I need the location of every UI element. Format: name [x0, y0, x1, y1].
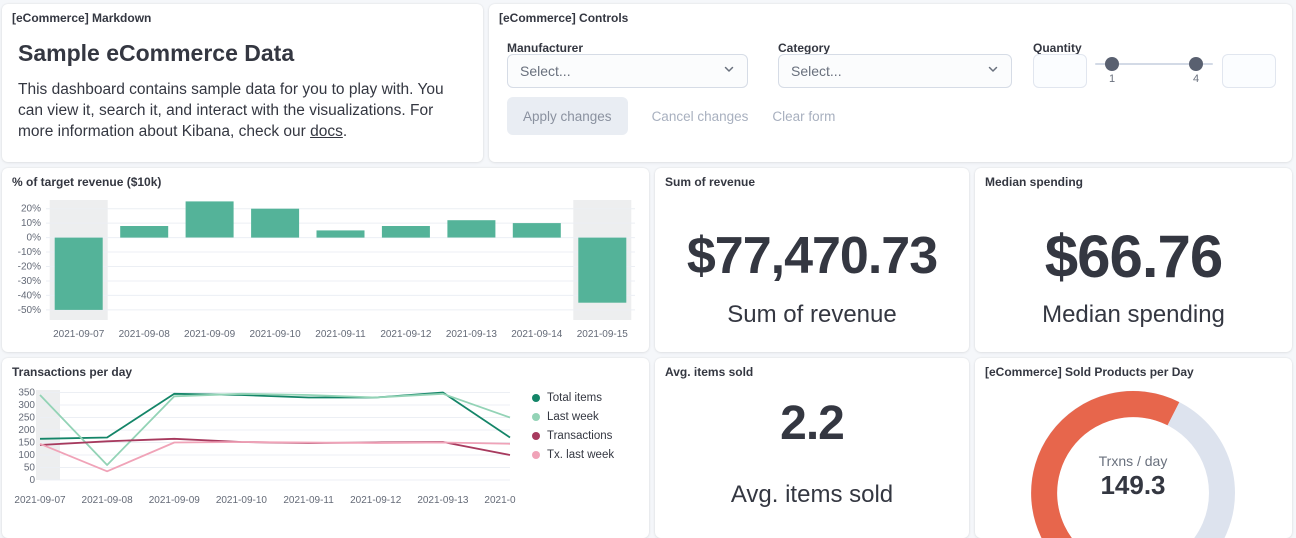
svg-text:2021-09-10: 2021-09-10: [250, 329, 302, 340]
quantity-min-input[interactable]: [1033, 54, 1087, 88]
svg-text:2021-09-09: 2021-09-09: [184, 329, 236, 340]
category-label: Category: [778, 41, 830, 55]
svg-text:200: 200: [18, 425, 35, 436]
svg-text:2021-09-07: 2021-09-07: [14, 495, 66, 506]
sum-of-revenue-value: $77,470.73: [655, 226, 969, 286]
median-spending-value: $66.76: [975, 222, 1292, 291]
svg-text:2021-09-12: 2021-09-12: [350, 495, 402, 506]
panel-transactions: Transactions per day 350300 250200 150100 5…: [2, 358, 649, 538]
svg-text:350: 350: [18, 388, 35, 399]
panel-title-median-spending: Median spending: [985, 175, 1083, 189]
svg-text:-40%: -40%: [18, 290, 41, 301]
panel-median-spending: Median spending $66.76 Median spending: [975, 168, 1292, 352]
apply-changes-button[interactable]: Apply changes: [507, 97, 628, 135]
legend-item[interactable]: Total items: [532, 388, 614, 407]
svg-text:2021-09-08: 2021-09-08: [82, 495, 134, 506]
chevron-down-icon: [987, 62, 999, 80]
svg-text:-10%: -10%: [18, 247, 41, 258]
manufacturer-label: Manufacturer: [507, 41, 583, 55]
svg-text:20%: 20%: [21, 204, 41, 215]
slider-handle-max[interactable]: [1189, 57, 1203, 71]
svg-text:2021-09-10: 2021-09-10: [216, 495, 268, 506]
markdown-body-text: This dashboard contains sample data for …: [18, 81, 444, 140]
transactions-legend: Total items Last week Transactions Tx. last…: [532, 388, 614, 464]
markdown-heading: Sample eCommerce Data: [18, 40, 294, 67]
category-select[interactable]: Select...: [778, 54, 1012, 88]
markdown-body: This dashboard contains sample data for …: [18, 80, 470, 143]
svg-text:2021-09-11: 2021-09-11: [315, 329, 366, 340]
quantity-range-slider: 1 4: [1095, 48, 1213, 88]
chevron-down-icon: [723, 62, 735, 80]
manufacturer-placeholder: Select...: [520, 63, 571, 79]
svg-text:-20%: -20%: [18, 262, 41, 273]
docs-link[interactable]: docs: [310, 123, 343, 140]
panel-title-markdown: [eCommerce] Markdown: [12, 11, 151, 25]
panel-title-target-revenue: % of target revenue ($10k): [12, 175, 161, 189]
panel-controls: [eCommerce] Controls Manufacturer Select…: [489, 4, 1292, 162]
legend-label: Tx. last week: [547, 449, 614, 461]
avg-items-sold-label: Avg. items sold: [655, 481, 969, 509]
controls-button-row: Apply changes Cancel changes Clear form: [507, 97, 835, 135]
panel-title-sum-of-revenue: Sum of revenue: [665, 175, 755, 189]
sold-products-gauge[interactable]: Trxns / day149.3: [983, 384, 1283, 538]
legend-dot: [532, 432, 540, 440]
svg-text:0%: 0%: [27, 233, 42, 244]
transactions-line-chart[interactable]: 350300 250200 150100 500 2021-09-07 2021-09-0…: [10, 384, 516, 506]
slider-max-label: 4: [1189, 73, 1203, 85]
panel-title-sold-products: [eCommerce] Sold Products per Day: [985, 365, 1194, 379]
legend-label: Total items: [547, 392, 602, 404]
svg-text:149.3: 149.3: [1100, 470, 1165, 500]
panel-title-transactions: Transactions per day: [12, 365, 132, 379]
svg-text:150: 150: [18, 438, 35, 449]
svg-text:2021-09-15: 2021-09-15: [577, 329, 629, 340]
legend-dot: [532, 413, 540, 421]
legend-dot: [532, 451, 540, 459]
svg-text:2021-09-14: 2021-09-14: [511, 329, 563, 340]
svg-text:2021-09-13: 2021-09-13: [417, 495, 469, 506]
svg-text:2021-09-14: 2021-09-14: [484, 495, 516, 506]
svg-text:2021-09-13: 2021-09-13: [446, 329, 498, 340]
legend-dot: [532, 394, 540, 402]
svg-text:300: 300: [18, 400, 35, 411]
avg-items-sold-value: 2.2: [655, 396, 969, 451]
svg-text:250: 250: [18, 413, 35, 424]
svg-text:10%: 10%: [21, 218, 41, 229]
panel-avg-items-sold: Avg. items sold 2.2 Avg. items sold: [655, 358, 969, 538]
svg-text:Trxns / day: Trxns / day: [1099, 453, 1168, 469]
svg-text:2021-09-12: 2021-09-12: [380, 329, 432, 340]
svg-text:100: 100: [18, 450, 35, 461]
legend-item[interactable]: Last week: [532, 407, 614, 426]
slider-min-label: 1: [1105, 73, 1119, 85]
svg-text:50: 50: [24, 463, 36, 474]
svg-text:2021-09-09: 2021-09-09: [149, 495, 201, 506]
svg-text:2021-09-11: 2021-09-11: [283, 495, 334, 506]
svg-text:2021-09-07: 2021-09-07: [53, 329, 105, 340]
clear-form-button[interactable]: Clear form: [772, 109, 835, 124]
panel-markdown: [eCommerce] Markdown Sample eCommerce Da…: [2, 4, 483, 162]
svg-text:2021-09-08: 2021-09-08: [119, 329, 171, 340]
legend-label: Transactions: [547, 430, 612, 442]
legend-item[interactable]: Transactions: [532, 426, 614, 445]
legend-label: Last week: [547, 411, 599, 423]
sum-of-revenue-label: Sum of revenue: [655, 301, 969, 329]
category-placeholder: Select...: [791, 63, 842, 79]
target-revenue-bar-chart[interactable]: 20% 10% 0% -10% -20% -30% -40% -50% 2021-09-07 20…: [10, 194, 641, 340]
manufacturer-select[interactable]: Select...: [507, 54, 748, 88]
svg-text:0: 0: [29, 475, 35, 486]
markdown-body-period: .: [343, 123, 347, 140]
slider-handle-min[interactable]: [1105, 57, 1119, 71]
panel-target-revenue: % of target revenue ($10k) 20% 10% 0% -10% -…: [2, 168, 649, 352]
panel-title-avg-items-sold: Avg. items sold: [665, 365, 753, 379]
panel-title-controls: [eCommerce] Controls: [499, 11, 628, 25]
legend-item[interactable]: Tx. last week: [532, 445, 614, 464]
panel-sold-products-per-day: [eCommerce] Sold Products per Day Trxns …: [975, 358, 1292, 538]
median-spending-label: Median spending: [975, 301, 1292, 329]
panel-sum-of-revenue: Sum of revenue $77,470.73 Sum of revenue: [655, 168, 969, 352]
svg-text:-30%: -30%: [18, 276, 41, 287]
cancel-changes-button[interactable]: Cancel changes: [652, 109, 749, 124]
quantity-max-input[interactable]: [1222, 54, 1276, 88]
svg-text:-50%: -50%: [18, 305, 41, 316]
quantity-label: Quantity: [1033, 41, 1082, 55]
